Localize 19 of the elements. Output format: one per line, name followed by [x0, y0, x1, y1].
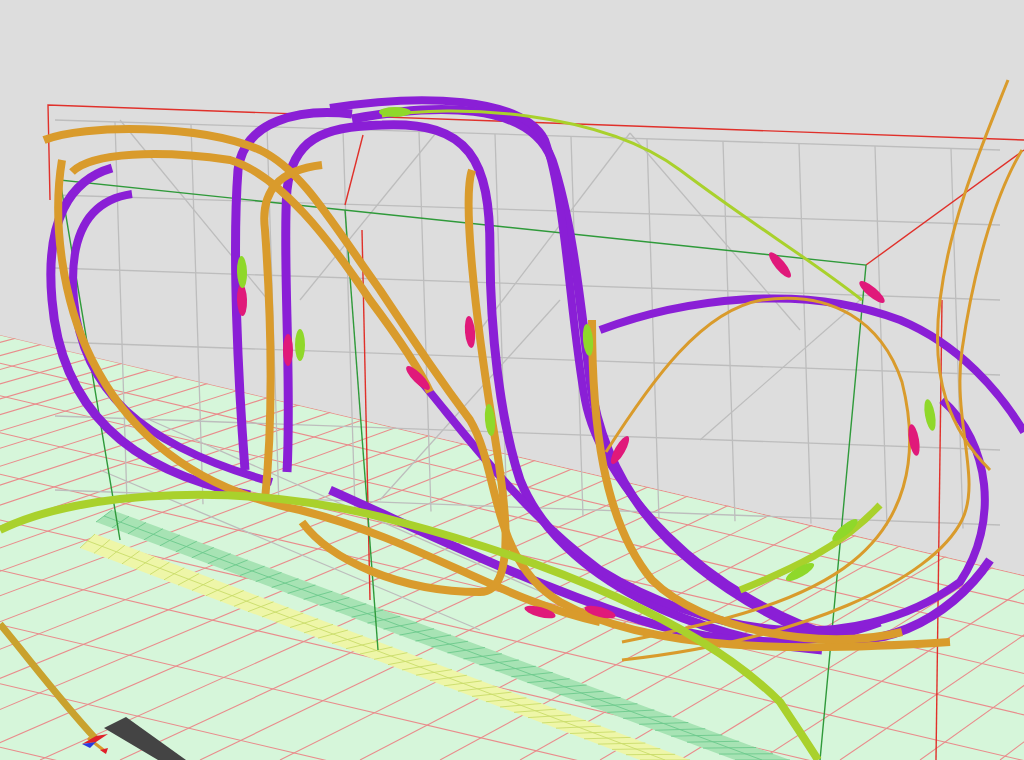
- ribbon-twist: [769, 252, 791, 278]
- ribbon-twist: [406, 366, 430, 390]
- ribbon-twist: [859, 281, 885, 303]
- ribbon-twist: [610, 435, 630, 465]
- ribbon-twist: [785, 562, 815, 582]
- ribbon-twist: [379, 107, 411, 117]
- ribbon-twist: [584, 605, 616, 619]
- ribbon-twist: [924, 399, 936, 431]
- ribbon-twist: [236, 256, 248, 288]
- ribbon-twist: [484, 404, 496, 436]
- ribbon-twist: [582, 324, 594, 356]
- ribbon-twist: [295, 329, 305, 361]
- ribbon-twist: [908, 424, 920, 456]
- ribbon-twist: [236, 284, 248, 316]
- ribbon-twist: [464, 316, 476, 348]
- ribbon-twist: [524, 605, 556, 619]
- ribbon-twist: [283, 334, 293, 366]
- ribbon-twist: [832, 519, 858, 541]
- airplane-icon: [82, 734, 108, 754]
